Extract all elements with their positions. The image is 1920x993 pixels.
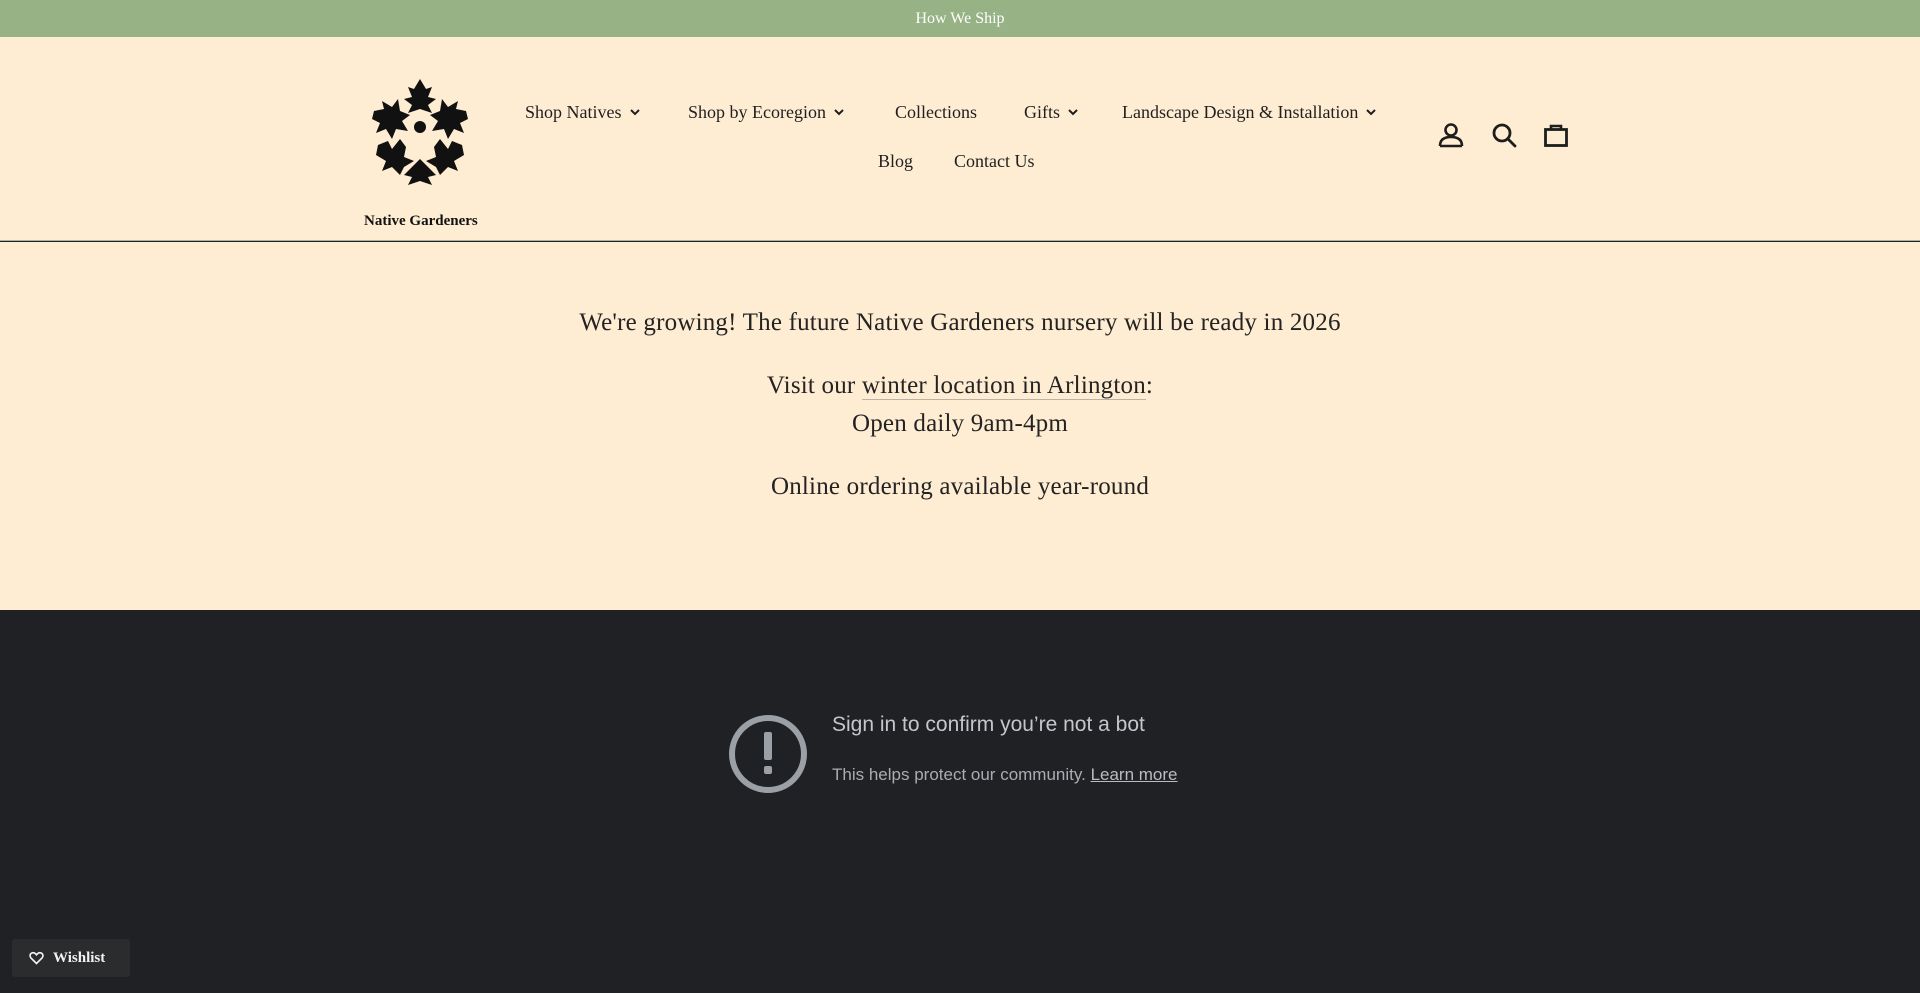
announcement-bar: How We Ship (0, 0, 1920, 37)
hours-text: Open daily 9am-4pm (851, 410, 1069, 437)
nav-contact-us-label: Contact Us (954, 150, 1035, 171)
site-logo[interactable]: Native Gardeners (364, 75, 478, 229)
logo-text: Native Gardeners (364, 213, 478, 229)
online-ordering-text: Online ordering available year-round (770, 473, 1150, 500)
account-icon (1438, 123, 1464, 148)
heart-icon (29, 951, 44, 965)
nav-blog[interactable]: Blog (878, 146, 913, 176)
visit-prefix: Visit our (766, 372, 862, 399)
search-icon (1492, 123, 1517, 148)
account-button[interactable] (1437, 121, 1465, 149)
chevron-down-icon (1068, 109, 1078, 116)
nav-collections[interactable]: Collections (895, 97, 977, 127)
logo-emblem-icon (372, 79, 468, 185)
nav-shop-by-ecoregion-label: Shop by Ecoregion (688, 101, 826, 122)
hero-message-section: We're growing! The future Native Gardene… (0, 242, 1920, 610)
nav-shop-natives-label: Shop Natives (525, 101, 622, 122)
search-button[interactable] (1490, 121, 1518, 149)
winter-location-link[interactable]: winter location in Arlington (861, 372, 1146, 400)
chevron-down-icon (1366, 109, 1377, 116)
video-embed-area (0, 610, 1920, 993)
bot-check-body: This helps protect our community. Learn … (832, 765, 1178, 785)
chevron-down-icon (629, 109, 640, 116)
cart-icon (1544, 124, 1568, 147)
chevron-down-icon (834, 109, 844, 116)
nav-gifts[interactable]: Gifts (1024, 97, 1078, 127)
nav-shop-natives[interactable]: Shop Natives (525, 97, 640, 127)
nav-blog-label: Blog (878, 150, 914, 171)
bot-check-message: This helps protect our community. (832, 765, 1091, 784)
nav-collections-label: Collections (895, 101, 977, 122)
how-we-ship-link[interactable]: How We Ship (915, 10, 1004, 28)
growing-announcement: We're growing! The future Native Gardene… (579, 309, 1341, 336)
nav-contact-us[interactable]: Contact Us (954, 146, 1035, 176)
wishlist-label: Wishlist (53, 949, 106, 966)
cart-button[interactable] (1542, 121, 1570, 149)
nav-shop-by-ecoregion[interactable]: Shop by Ecoregion (688, 97, 844, 127)
visit-location-line: Visit our winter location in Arlington: (0, 372, 1920, 400)
visit-suffix: : (1145, 372, 1154, 399)
learn-more-link[interactable]: Learn more (1091, 765, 1178, 784)
nav-landscape-design-label: Landscape Design & Installation (1122, 101, 1359, 122)
exclamation-circle-icon (729, 715, 807, 793)
bot-check-title: Sign in to confirm you’re not a bot (832, 713, 1145, 736)
site-header: Native Gardeners Shop Natives Shop by Ec… (0, 37, 1920, 241)
wishlist-button[interactable]: Wishlist (12, 939, 130, 977)
nav-landscape-design[interactable]: Landscape Design & Installation (1122, 97, 1377, 127)
nav-gifts-label: Gifts (1024, 101, 1060, 122)
